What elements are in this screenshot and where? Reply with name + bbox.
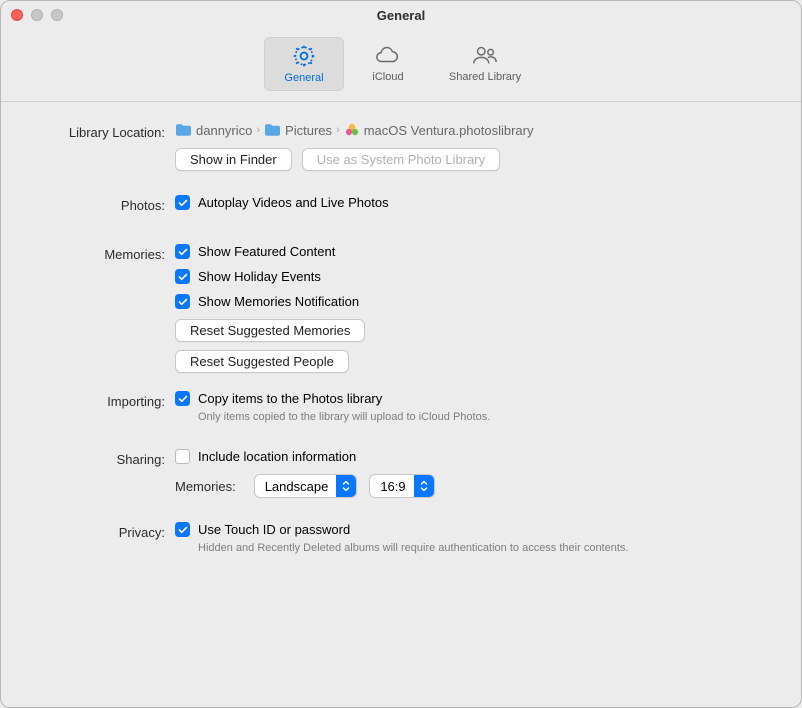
copy-items-label: Copy items to the Photos library (198, 391, 382, 406)
photoslib-icon (344, 122, 360, 138)
include-location-checkbox[interactable] (175, 449, 190, 464)
aspect-select[interactable]: 16:9 (369, 474, 434, 498)
chevron-icon: › (336, 124, 340, 136)
autoplay-checkbox[interactable] (175, 195, 190, 210)
folder-icon (175, 123, 192, 137)
importing-help: Only items copied to the library will up… (198, 410, 771, 425)
memories-notification-label: Show Memories Notification (198, 294, 359, 309)
breadcrumb: dannyrico › Pictures › macOS (175, 122, 771, 138)
touch-id-label: Use Touch ID or password (198, 522, 350, 537)
cloud-icon (374, 43, 402, 67)
crumb-home[interactable]: dannyrico (175, 123, 252, 138)
content-area: Library Location: dannyrico › Pictures › (1, 102, 801, 579)
show-in-finder-button[interactable]: Show in Finder (175, 148, 292, 171)
reset-memories-button[interactable]: Reset Suggested Memories (175, 319, 365, 342)
gear-icon (290, 44, 318, 68)
importing-label: Importing: (31, 391, 175, 409)
sharing-label: Sharing: (31, 449, 175, 467)
people-icon (471, 43, 499, 67)
memories-inline-label: Memories: (175, 479, 236, 494)
featured-content-label: Show Featured Content (198, 244, 335, 259)
updown-icon (414, 475, 434, 497)
library-location-label: Library Location: (31, 122, 175, 140)
featured-content-checkbox[interactable] (175, 244, 190, 259)
crumb-pictures[interactable]: Pictures (264, 123, 332, 138)
reset-people-button[interactable]: Reset Suggested People (175, 350, 349, 373)
updown-icon (336, 475, 356, 497)
close-button[interactable] (11, 9, 23, 21)
minimize-button[interactable] (31, 9, 43, 21)
preferences-window: General General iCloud (0, 0, 802, 708)
photos-label: Photos: (31, 195, 175, 213)
crumb-library[interactable]: macOS Ventura.photoslibrary (344, 122, 534, 138)
copy-items-checkbox[interactable] (175, 391, 190, 406)
privacy-help: Hidden and Recently Deleted albums will … (198, 541, 771, 556)
holiday-events-checkbox[interactable] (175, 269, 190, 284)
chevron-icon: › (256, 124, 260, 136)
window-title: General (1, 8, 801, 23)
memories-notification-checkbox[interactable] (175, 294, 190, 309)
folder-icon (264, 123, 281, 137)
maximize-button[interactable] (51, 9, 63, 21)
memories-label: Memories: (31, 244, 175, 262)
tab-icloud[interactable]: iCloud (348, 37, 428, 91)
autoplay-label: Autoplay Videos and Live Photos (198, 195, 389, 210)
tab-general[interactable]: General (264, 37, 344, 91)
include-location-label: Include location information (198, 449, 356, 464)
touch-id-checkbox[interactable] (175, 522, 190, 537)
titlebar: General (1, 1, 801, 29)
holiday-events-label: Show Holiday Events (198, 269, 321, 284)
toolbar: General iCloud Shared Library (1, 29, 801, 102)
privacy-label: Privacy: (31, 522, 175, 540)
orientation-select[interactable]: Landscape (254, 474, 358, 498)
use-as-system-library-button: Use as System Photo Library (302, 148, 500, 171)
tab-shared-library[interactable]: Shared Library (432, 37, 538, 91)
